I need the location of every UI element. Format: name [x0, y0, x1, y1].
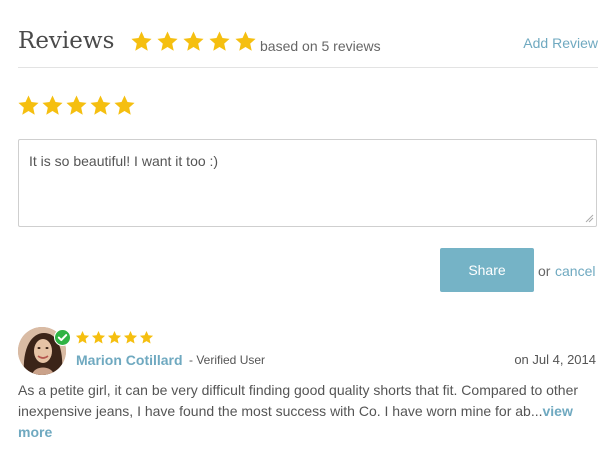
review-body: As a petite girl, it can be very difficu…: [18, 380, 602, 443]
star-icon[interactable]: [17, 94, 40, 117]
review-text: As a petite girl, it can be very difficu…: [18, 382, 579, 419]
star-icon: [139, 330, 154, 344]
star-icon: [183, 31, 204, 51]
star-icon[interactable]: [113, 94, 136, 117]
rating-input[interactable]: [17, 94, 136, 117]
summary-rating-stars: [130, 30, 257, 53]
or-text: or: [538, 263, 551, 279]
cancel-link[interactable]: cancel: [555, 263, 595, 279]
star-icon: [209, 31, 230, 51]
star-icon: [123, 330, 138, 344]
share-button[interactable]: Share: [440, 248, 534, 292]
verified-user-label: - Verified User: [189, 353, 266, 367]
review-rating-stars: [75, 330, 154, 345]
review-textarea[interactable]: It is so beautiful! I want it too :): [18, 139, 597, 227]
reviews-title: Reviews: [18, 28, 115, 54]
star-icon: [157, 31, 178, 51]
star-icon[interactable]: [41, 94, 64, 117]
reviewer-name[interactable]: Marion Cotillard: [76, 352, 183, 368]
star-icon: [75, 330, 90, 344]
star-icon[interactable]: [89, 94, 112, 117]
star-icon[interactable]: [65, 94, 88, 117]
resize-grip-icon[interactable]: [584, 213, 594, 223]
review-count-text: based on 5 reviews: [260, 38, 381, 54]
star-icon: [91, 330, 106, 344]
add-review-link[interactable]: Add Review: [523, 35, 598, 51]
verified-check-icon: [54, 329, 71, 346]
review-date: on Jul 4, 2014: [514, 352, 596, 367]
reviews-header: Reviews based on 5 reviews Add Review: [18, 26, 598, 68]
star-icon: [235, 31, 256, 51]
star-icon: [131, 31, 152, 51]
star-icon: [107, 330, 122, 344]
